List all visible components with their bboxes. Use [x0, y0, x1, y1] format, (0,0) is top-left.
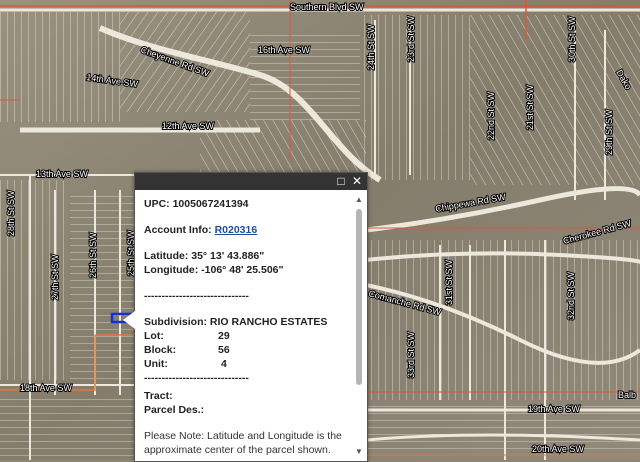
- subdivision-value: RIO RANCHO ESTATES: [209, 316, 328, 328]
- divider-line: ------------------------------: [144, 290, 249, 302]
- subdivision-row: Subdivision: RIO RANCHO ESTATES: [144, 315, 349, 329]
- popup-content: UPC: 1005067241394 Account Info: R020316…: [144, 197, 349, 457]
- account-link[interactable]: R020316: [215, 224, 258, 236]
- unit-label: Unit:: [144, 358, 168, 370]
- scroll-thumb[interactable]: [356, 209, 362, 385]
- account-label: Account Info:: [144, 224, 212, 236]
- latitude-label: Latitude:: [144, 250, 189, 262]
- label-19th-ave: 19th Ave SW: [528, 404, 580, 414]
- upc-label: UPC:: [144, 198, 170, 210]
- scroll-down-icon[interactable]: ▼: [354, 447, 364, 457]
- label-22nd-st: 22nd St SW: [486, 91, 496, 140]
- lot-row: Lot: 29: [144, 329, 349, 343]
- label-29th-st: 29th St SW: [604, 109, 614, 155]
- label-32nd-st: 32nd St SW: [566, 271, 576, 320]
- label-20th-ave: 20th Ave SW: [532, 444, 584, 454]
- block-row: Block: 56: [144, 343, 349, 357]
- label-28th-st: 28th St SW: [6, 190, 16, 236]
- divider-line-2: ------------------------------: [144, 372, 249, 384]
- latitude-value: 35° 13' 43.886": [191, 250, 265, 262]
- label-balboa: Balb: [618, 390, 636, 400]
- longitude-label: Longitude:: [144, 264, 199, 276]
- popup-scrollbar[interactable]: ▲ ▼: [354, 195, 364, 457]
- label-southern-blvd: Southern Blvd SW: [290, 2, 364, 12]
- label-23rd-st: 23rd St SW: [406, 15, 416, 62]
- unit-row: Unit: 4: [144, 357, 349, 371]
- longitude-row: Longitude: -106° 48' 25.506": [144, 263, 349, 277]
- label-21st-st: 21st St SW: [525, 84, 535, 130]
- parcel-info-popup: □ ✕ UPC: 1005067241394 Account Info: R02…: [123, 172, 368, 462]
- maximize-icon[interactable]: □: [333, 173, 349, 190]
- coordinate-note: Please Note: Latitude and Longitude is t…: [144, 430, 342, 456]
- close-icon[interactable]: ✕: [349, 173, 365, 190]
- longitude-value: -106° 48' 25.506": [201, 264, 284, 276]
- label-16th-ave: 16th Ave SW: [258, 45, 310, 55]
- label-27th-st: 27th St SW: [50, 254, 60, 300]
- block-value: 56: [218, 344, 230, 356]
- upc-row: UPC: 1005067241394: [144, 197, 349, 211]
- label-18th-ave: 18th Ave SW: [20, 383, 72, 393]
- latitude-row: Latitude: 35° 13' 43.886": [144, 249, 349, 263]
- label-13th-ave: 13th Ave SW: [36, 169, 88, 179]
- label-31st-st: 31st St SW: [444, 259, 454, 305]
- tract-label: Tract:: [144, 390, 173, 402]
- lot-label: Lot:: [144, 330, 164, 342]
- unit-value: 4: [221, 358, 227, 370]
- parcel-description-label: Parcel Des.:: [144, 404, 205, 416]
- block-label: Block:: [144, 344, 177, 356]
- popup-pointer: [123, 311, 135, 329]
- scroll-up-icon[interactable]: ▲: [354, 195, 364, 205]
- upc-value: 1005067241394: [172, 198, 249, 210]
- label-12th-ave: 12th Ave SW: [162, 121, 214, 131]
- account-row: Account Info: R020316: [144, 223, 349, 237]
- label-26th-st: 26th St SW: [88, 232, 98, 278]
- label-24th-st: 24th St SW: [366, 24, 376, 70]
- label-33rd-st: 33rd St SW: [406, 331, 416, 378]
- popup-header: □ ✕: [135, 173, 367, 190]
- lot-value: 29: [218, 330, 230, 342]
- subdivision-label: Subdivision:: [144, 316, 207, 328]
- label-30th-st: 30th St SW: [567, 16, 577, 62]
